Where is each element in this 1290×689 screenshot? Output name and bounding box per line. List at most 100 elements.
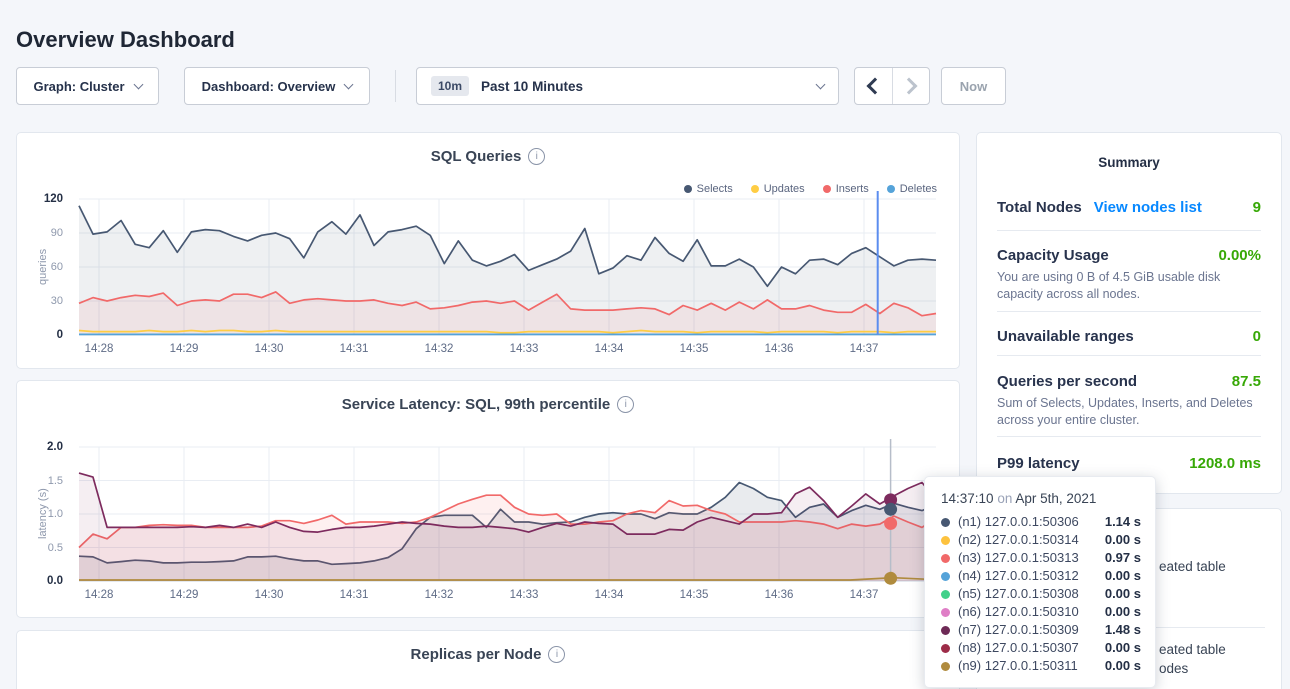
event-fragment: eated table [1159,559,1226,574]
tooltip-row: (n4) 127.0.0.1:503120.00 s [939,567,1141,585]
view-nodes-link[interactable]: View nodes list [1094,199,1202,216]
node-name: (n7) 127.0.0.1:50309 [958,621,1079,639]
x-axis-tick: 14:37 [839,343,889,355]
summary-row-qps: Queries per second 87.5 [997,373,1261,390]
summary-row-p99: P99 latency 1208.0 ms [997,455,1261,472]
sql-queries-chart[interactable] [79,199,936,335]
metric-label: Queries per second [997,373,1137,390]
tooltip-header: 14:37:10 on Apr 5th, 2021 [941,491,1141,506]
info-icon[interactable]: i [528,148,545,165]
metric-value: 0.00% [1218,247,1261,264]
node-color-dot-icon [941,572,950,581]
legend-label: Selects [697,183,733,195]
metric-value: 9 [1253,199,1261,216]
y-axis-tick: 0.0 [17,573,63,589]
info-icon[interactable]: i [548,646,565,663]
y-axis-tick: 1.0 [17,506,63,522]
x-axis-tick: 14:30 [244,343,294,355]
x-axis-tick: 14:35 [669,343,719,355]
tooltip-time: 14:37:10 [941,491,994,506]
y-axis-ticks: 2.01.51.00.50.0 [17,447,71,581]
legend-dot-icon [751,185,759,193]
replicas-title-row: Replicas per Node i [17,646,959,663]
node-value: 1.48 s [1105,621,1141,639]
node-value: 0.00 s [1105,657,1141,675]
node-color-dot-icon [941,518,950,527]
row-divider [997,355,1261,356]
x-axis-tick: 14:34 [584,589,634,601]
node-value: 0.00 s [1105,603,1141,621]
x-axis-tick: 14:37 [839,589,889,601]
event-fragment: odes [1159,661,1188,676]
service-latency-panel: Service Latency: SQL, 99th percentilei l… [16,380,960,618]
chevron-left-icon [867,78,884,95]
metric-label: Capacity Usage [997,247,1109,264]
prev-range-button[interactable] [855,68,893,104]
x-axis-tick: 14:36 [754,589,804,601]
tooltip-row: (n5) 127.0.0.1:503080.00 s [939,585,1141,603]
node-color-dot-icon [941,626,950,635]
hover-tooltip: 14:37:10 on Apr 5th, 2021 (n1) 127.0.0.1… [924,476,1156,688]
row-divider [997,311,1261,312]
row-divider [997,436,1261,437]
node-name: (n1) 127.0.0.1:50306 [958,513,1079,531]
node-name: (n2) 127.0.0.1:50314 [958,531,1079,549]
metric-value: 1208.0 ms [1189,455,1261,472]
panel-title: Replicas per Node [411,646,542,663]
sql-queries-legend: Selects Updates Inserts Deletes [666,183,937,195]
node-color-dot-icon [941,536,950,545]
legend-item: Updates [751,183,805,195]
x-axis-tick: 14:28 [74,343,124,355]
y-axis-tick: 1.5 [17,473,63,489]
node-value: 0.00 s [1105,531,1141,549]
series-hover-dot [884,572,897,585]
y-axis-tick: 120 [17,191,63,207]
node-name: (n9) 127.0.0.1:50311 [958,657,1078,675]
node-color-dot-icon [941,644,950,653]
event-fragment: eated table [1159,642,1226,657]
metric-desc: You are using 0 B of 4.5 GiB usable disk… [997,269,1261,304]
chevron-right-icon [900,78,917,95]
now-button[interactable]: Now [941,67,1006,105]
next-range-button[interactable] [893,68,930,104]
summary-card: Summary Total Nodes View nodes list 9 Ca… [976,132,1282,494]
info-icon[interactable]: i [617,396,634,413]
sql-queries-title-row: SQL Queries i [17,148,959,165]
legend-dot-icon [823,185,831,193]
node-name: (n5) 127.0.0.1:50308 [958,585,1079,603]
sql-queries-panel: SQL Queries i Selects Updates Inserts Delete… [16,132,960,369]
x-axis-tick: 14:32 [414,589,464,601]
summary-row-total-nodes: Total Nodes View nodes list 9 [997,199,1261,216]
node-name: (n8) 127.0.0.1:50307 [958,639,1079,657]
graph-dropdown[interactable]: Graph: Cluster [16,67,159,105]
y-axis-tick: 60 [17,259,63,275]
service-latency-chart[interactable] [79,447,936,581]
dashboard-dropdown[interactable]: Dashboard: Overview [184,67,370,105]
node-color-dot-icon [941,554,950,563]
legend-label: Inserts [836,183,869,195]
metric-value: 0 [1253,328,1261,345]
node-color-dot-icon [941,662,950,671]
legend-dot-icon [887,185,895,193]
node-value: 0.00 s [1105,639,1141,657]
legend-item: Deletes [887,183,937,195]
x-axis-tick: 14:30 [244,589,294,601]
time-range-arrows [854,67,930,105]
chevron-down-icon [133,79,143,89]
time-range-label: Past 10 Minutes [481,79,583,94]
tooltip-row: (n3) 127.0.0.1:503130.97 s [939,549,1141,567]
time-range-picker[interactable]: 10m Past 10 Minutes [416,67,839,105]
tooltip-row: (n2) 127.0.0.1:50314 0.00 s [939,531,1141,549]
metric-label: Total Nodes [997,199,1082,216]
legend-label: Deletes [900,183,937,195]
node-name: (n6) 127.0.0.1:50310 [958,603,1079,621]
row-divider [997,230,1261,231]
x-axis-tick: 14:31 [329,343,379,355]
x-axis-ticks: 14:2814:2914:3014:3114:3214:3314:3414:35… [79,589,936,605]
service-latency-title-row: Service Latency: SQL, 99th percentilei [17,396,959,413]
y-axis-tick: 0.5 [17,540,63,556]
dashboard-dropdown-label: Dashboard: Overview [202,79,336,94]
metric-desc: Sum of Selects, Updates, Inserts, and De… [997,395,1261,430]
panel-title: SQL Queries [431,148,522,165]
toolbar-divider [395,70,396,102]
